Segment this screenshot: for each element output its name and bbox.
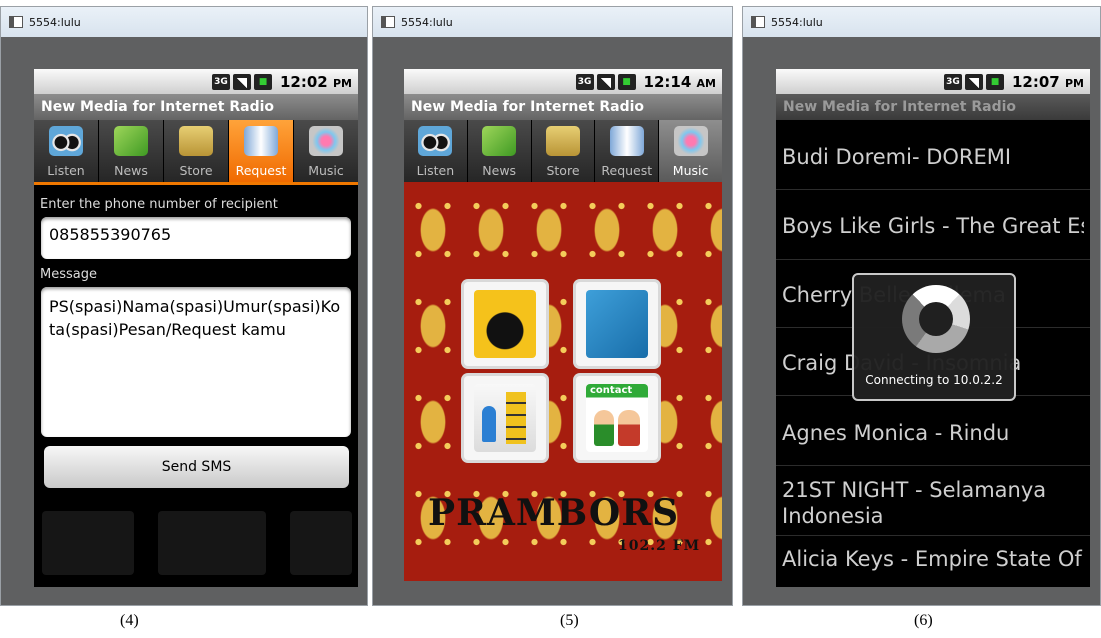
app-title: New Media for Internet Radio xyxy=(776,94,1090,120)
caption-5: (5) xyxy=(560,612,579,629)
divider xyxy=(776,465,1090,466)
frequency-label: 102.2 FM xyxy=(618,538,701,554)
battery-icon: ■ xyxy=(254,73,272,90)
3g-icon: 3G xyxy=(944,73,962,90)
top40-icon xyxy=(474,290,536,358)
status-bar: 3G ■ 12:07 PM xyxy=(776,69,1090,94)
emulator-window-5: 5554:lulu 3G ■ 12:14 AM New Media for In… xyxy=(372,6,733,606)
status-bar: 3G ■ 12:02 PM xyxy=(34,69,358,94)
window-icon xyxy=(751,16,765,28)
battery-icon: ■ xyxy=(986,73,1004,90)
signal-icon xyxy=(233,73,251,90)
divider xyxy=(776,189,1090,190)
divider xyxy=(776,259,1090,260)
contact-us-tile[interactable]: contact us xyxy=(576,376,658,460)
tab-listen[interactable]: Listen xyxy=(34,120,99,182)
tab-bar: Listen News Store Request Music xyxy=(404,120,722,182)
battery-icon: ■ xyxy=(617,73,636,90)
tab-indicator xyxy=(34,182,358,185)
tab-request[interactable]: Request xyxy=(595,120,660,182)
window-titlebar: 5554:lulu xyxy=(1,7,367,37)
tab-news[interactable]: News xyxy=(467,120,532,182)
window-title: 5554:lulu xyxy=(401,15,453,29)
listen-icon xyxy=(418,126,453,156)
song-item[interactable]: Alicia Keys - Empire State Of xyxy=(782,547,1084,571)
tab-listen[interactable]: Listen xyxy=(404,120,468,182)
top40-tile[interactable] xyxy=(464,282,546,366)
tab-news[interactable]: News xyxy=(99,120,164,182)
phone-label: Enter the phone number of recipient xyxy=(40,197,278,212)
news-icon xyxy=(482,126,517,156)
news-tile[interactable] xyxy=(576,282,658,366)
song-item[interactable]: Boys Like Girls - The Great Es xyxy=(782,214,1084,238)
phone-screen: 3G ■ 12:07 PM New Media for Internet Rad… xyxy=(776,69,1090,587)
signal-icon xyxy=(596,73,615,90)
contact-us-label: contact us xyxy=(590,385,633,407)
loading-spinner-icon xyxy=(902,285,970,353)
message-input[interactable]: PS(spasi)Nama(spasi)Umur(spasi)Kota(spas… xyxy=(41,287,351,437)
news-bubble-icon xyxy=(586,290,648,358)
music-icon xyxy=(309,126,343,156)
prambors-logo: PRAMBORS xyxy=(428,492,680,534)
message-label: Message xyxy=(40,267,97,282)
about-us-icon xyxy=(474,384,536,452)
clock: 12:14 AM xyxy=(643,72,716,91)
phone-input[interactable]: 085855390765 xyxy=(41,217,351,259)
person-icon xyxy=(594,410,614,446)
request-icon xyxy=(244,126,278,156)
song-item[interactable]: Agnes Monica - Rindu xyxy=(782,421,1084,445)
phone-screen: 3G ■ 12:14 AM New Media for Internet Rad… xyxy=(404,69,722,581)
window-title: 5554:lulu xyxy=(771,15,823,29)
request-icon xyxy=(609,126,644,156)
store-icon xyxy=(545,126,580,156)
status-bar: 3G ■ 12:14 AM xyxy=(404,69,722,94)
damask-background: contact us PRAMBORS 102.2 FM xyxy=(404,182,722,581)
ghost-button xyxy=(158,511,266,575)
person-figure xyxy=(482,406,496,442)
tab-store[interactable]: Store xyxy=(164,120,229,182)
3g-icon: 3G xyxy=(575,73,594,90)
tab-music[interactable]: Music xyxy=(659,120,722,182)
ghost-button xyxy=(290,511,352,575)
window-title: 5554:lulu xyxy=(29,15,81,29)
dialog-text: Connecting to 10.0.2.2 xyxy=(865,373,1003,387)
send-sms-button[interactable]: Send SMS xyxy=(44,446,349,488)
person-icon xyxy=(618,410,640,446)
clock: 12:07 PM xyxy=(1012,72,1084,91)
signal-icon xyxy=(965,73,983,90)
news-icon xyxy=(114,126,148,156)
about-us-tile[interactable] xyxy=(464,376,546,460)
window-titlebar: 5554:lulu xyxy=(373,7,732,37)
3g-icon: 3G xyxy=(212,73,230,90)
app-title: New Media for Internet Radio xyxy=(404,94,722,120)
emulator-window-4: 5554:lulu 3G ■ 12:02 PM New Media for In… xyxy=(0,6,368,606)
song-item[interactable]: 21ST NIGHT - Selamanya Indonesia xyxy=(782,477,1084,529)
window-icon xyxy=(9,16,23,28)
song-item[interactable]: Budi Doremi- DOREMI xyxy=(782,145,1084,169)
contact-us-icon: contact us xyxy=(586,384,648,452)
tab-bar: Listen News Store Request Music xyxy=(34,120,358,182)
ghost-button xyxy=(42,511,134,575)
emulator-window-6: 5554:lulu 3G ■ 12:07 PM New Media for In… xyxy=(742,6,1101,606)
window-icon xyxy=(381,16,395,28)
tab-music[interactable]: Music xyxy=(294,120,358,182)
store-icon xyxy=(179,126,213,156)
divider xyxy=(776,535,1090,536)
listen-icon xyxy=(49,126,83,156)
music-icon xyxy=(673,126,708,156)
tab-store[interactable]: Store xyxy=(531,120,596,182)
phone-screen: 3G ■ 12:02 PM New Media for Internet Rad… xyxy=(34,69,358,587)
window-titlebar: 5554:lulu xyxy=(743,7,1100,37)
about-blocks xyxy=(506,392,526,444)
caption-6: (6) xyxy=(914,612,933,629)
progress-dialog: Connecting to 10.0.2.2 xyxy=(852,273,1016,401)
caption-4: (4) xyxy=(120,612,139,629)
tab-request[interactable]: Request xyxy=(229,120,294,182)
clock: 12:02 PM xyxy=(280,72,352,91)
app-title: New Media for Internet Radio xyxy=(34,94,358,120)
